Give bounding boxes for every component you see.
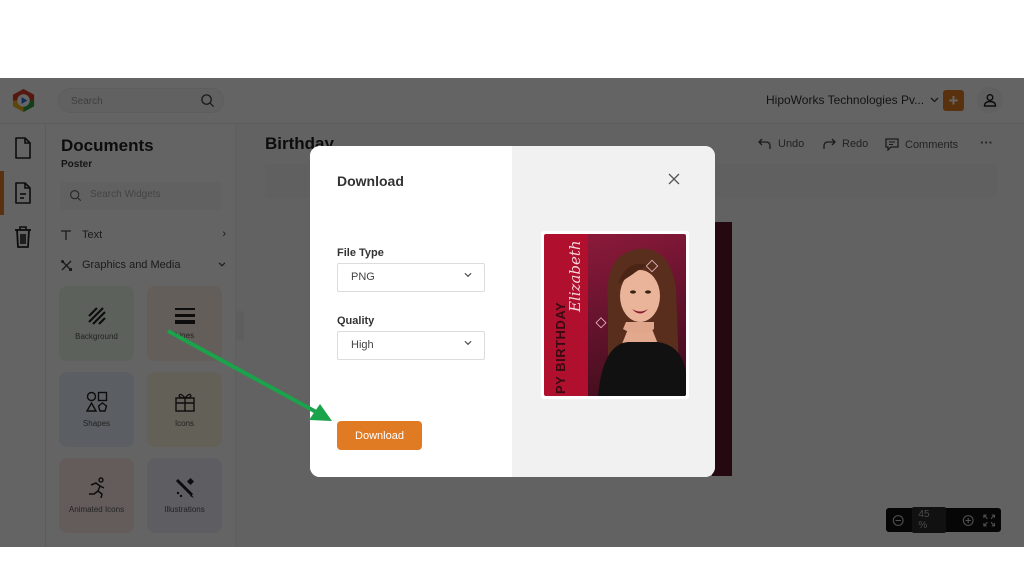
download-dialog: Download File Type PNG Quality High Down… <box>310 146 715 477</box>
file-type-value: PNG <box>351 271 375 283</box>
app-window: HipoWorks Technologies Pv... + Documents… <box>0 78 1024 547</box>
chevron-down-icon <box>464 340 472 346</box>
poster-banner-text: PY BIRTHDAY <box>553 301 568 394</box>
close-icon[interactable] <box>667 172 681 186</box>
quality-select[interactable]: High <box>337 331 485 360</box>
download-button[interactable]: Download <box>337 421 422 450</box>
file-type-select[interactable]: PNG <box>337 263 485 292</box>
quality-label: Quality <box>337 315 375 327</box>
quality-value: High <box>351 339 374 351</box>
poster-thumbnail: PY BIRTHDAY Elizabeth <box>544 234 686 396</box>
portrait-illustration <box>595 248 686 396</box>
poster-name-text: Elizabeth <box>566 240 584 312</box>
download-options: Download File Type PNG Quality High Down… <box>310 146 512 477</box>
poster-photo <box>588 234 686 396</box>
dialog-title: Download <box>337 173 404 189</box>
preview-pane: PY BIRTHDAY Elizabeth <box>512 146 715 477</box>
chevron-down-icon <box>464 272 472 278</box>
file-type-label: File Type <box>337 247 384 259</box>
poster-preview: PY BIRTHDAY Elizabeth <box>541 231 689 399</box>
